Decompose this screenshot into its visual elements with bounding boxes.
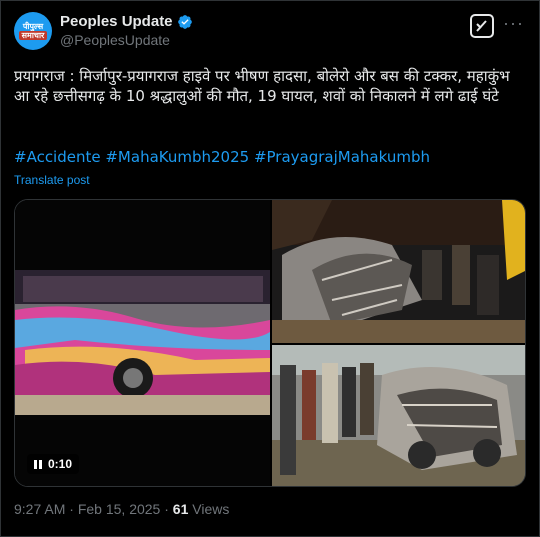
wreck-day-image — [272, 345, 525, 486]
accident-photo-1[interactable] — [272, 200, 525, 343]
post-text: प्रयागराज : मिर्जापुर-प्रयागराज हाइवे पर… — [14, 67, 510, 105]
grok-icon[interactable] — [470, 14, 494, 38]
meta-separator-2: · — [160, 501, 173, 517]
media-grid: 0:10 — [14, 199, 526, 487]
wreck-night-image — [272, 200, 525, 343]
bus-video-frame — [15, 200, 270, 486]
video-time: 0:10 — [48, 457, 73, 471]
handle[interactable]: @PeoplesUpdate — [60, 32, 193, 48]
avatar-text-bottom: समाचार — [18, 31, 48, 40]
post-date[interactable]: Feb 15, 2025 — [78, 501, 161, 517]
post-meta: 9:27 AM · Feb 15, 2025 · 61 Views — [14, 501, 229, 517]
more-options-icon[interactable]: ··· — [503, 14, 524, 32]
accident-photo-2[interactable] — [272, 345, 525, 486]
avatar[interactable]: पीपुल्स समाचार — [14, 12, 52, 50]
translate-post-link[interactable]: Translate post — [14, 173, 90, 187]
video-time-badge: 0:10 — [27, 454, 80, 474]
avatar-text-top: पीपुल्स — [22, 22, 44, 31]
meta-separator-1: · — [65, 501, 78, 517]
display-name[interactable]: Peoples Update — [60, 13, 173, 30]
post-time[interactable]: 9:27 AM — [14, 501, 65, 517]
author-names: Peoples Update @PeoplesUpdate — [60, 13, 193, 48]
views-label: Views — [188, 501, 230, 517]
pause-icon[interactable] — [34, 459, 42, 469]
verified-badge-icon — [177, 14, 192, 29]
post-header: पीपुल्स समाचार Peoples Update @PeoplesUp… — [14, 12, 526, 52]
display-name-row[interactable]: Peoples Update — [60, 13, 193, 30]
grok-slash-icon — [476, 20, 487, 32]
views-count: 61 — [172, 501, 189, 517]
video-player[interactable]: 0:10 — [15, 200, 270, 486]
post-hashtags[interactable]: #Accidente #MahaKumbh2025 #PrayagrajMaha… — [14, 148, 430, 166]
